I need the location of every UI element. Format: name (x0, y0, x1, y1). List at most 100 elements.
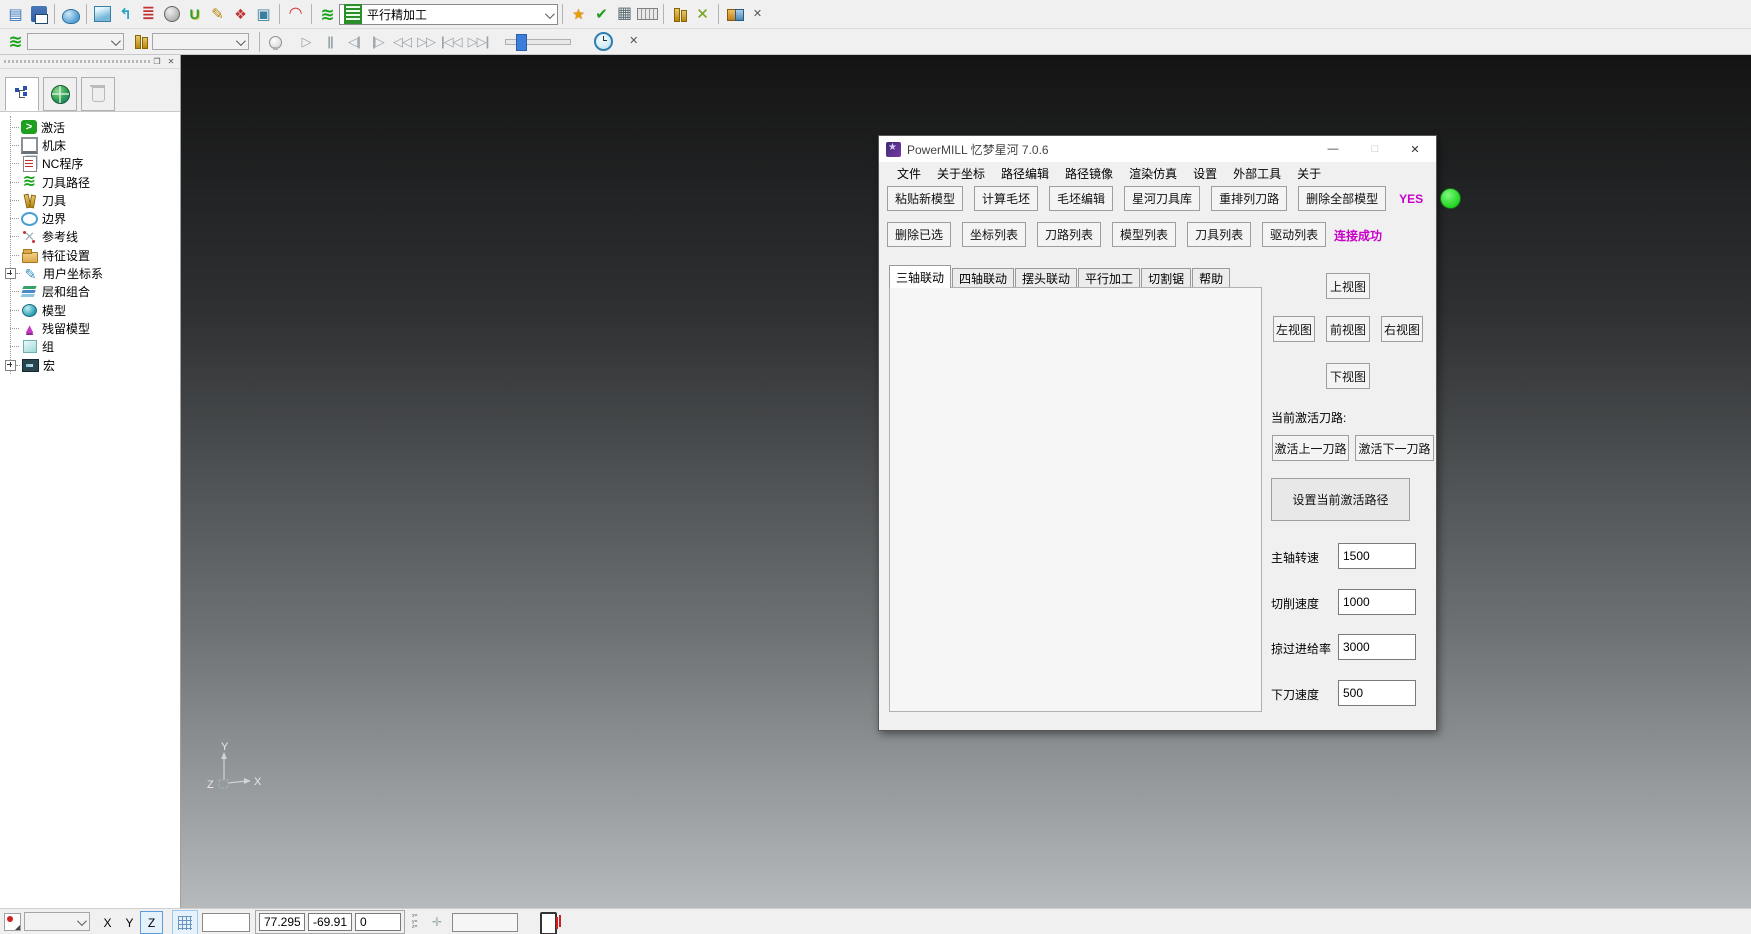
dialog-title-bar[interactable]: PowerMILL 忆梦星河 7.0.6 — □ ✕ (879, 136, 1436, 162)
menu-render-sim[interactable]: 渲染仿真 (1121, 163, 1185, 184)
tool-check-icon[interactable] (591, 4, 612, 25)
go-end-icon[interactable]: ▷▷| (466, 31, 491, 52)
tree-item-tools[interactable]: 刀具 (0, 191, 180, 209)
probe-icon[interactable] (432, 915, 446, 929)
tab-cutting-saw[interactable]: 切割锯 (1141, 268, 1191, 288)
tree-item-activate[interactable]: 激活 (0, 118, 180, 136)
u-channel-icon[interactable] (184, 4, 205, 25)
tree-item-nc-program[interactable]: NC程序 (0, 155, 180, 173)
delete-selected-button[interactable]: 删除已选 (887, 222, 951, 247)
panel-close-icon[interactable]: ✕ (165, 56, 177, 67)
view-left-button[interactable]: 左视图 (1273, 316, 1315, 342)
drive-list-button[interactable]: 驱动列表 (1262, 222, 1326, 247)
coord-list-button[interactable]: 坐标列表 (962, 222, 1026, 247)
go-start-icon[interactable]: |◁◁ (439, 31, 464, 52)
device-rotate-icon[interactable] (540, 912, 557, 934)
expand-plus-icon[interactable] (5, 360, 16, 371)
step-forward-icon[interactable]: |▷ (367, 31, 389, 52)
ruler-icon[interactable] (637, 4, 658, 25)
plunge-speed-input[interactable] (1338, 680, 1416, 706)
tab-3axis[interactable]: 三轴联动 (889, 265, 951, 288)
spindle-speed-input[interactable] (1338, 543, 1416, 569)
maximize-icon[interactable]: □ (1356, 136, 1394, 162)
statusbar-empty-field-2[interactable] (452, 913, 518, 932)
arc-tool-icon[interactable] (285, 4, 306, 25)
pattern-diamonds-icon[interactable] (230, 4, 251, 25)
render-teapot-icon[interactable] (60, 4, 81, 25)
panel-grip-handle[interactable] (4, 60, 150, 63)
tree-item-models[interactable]: 模型 (0, 301, 180, 319)
tree-item-groups[interactable]: 组 (0, 338, 180, 356)
model-list-button[interactable]: 模型列表 (1112, 222, 1176, 247)
calc-stock-button[interactable]: 计算毛坯 (974, 186, 1038, 211)
tab-swivel-head[interactable]: 摆头联动 (1015, 268, 1077, 288)
close-toolbar-icon[interactable] (623, 31, 644, 52)
block-icon[interactable] (92, 4, 113, 25)
paste-new-model-button[interactable]: 粘贴新模型 (887, 186, 963, 211)
compare-blocks-icon[interactable] (724, 4, 745, 25)
clock-icon[interactable] (593, 31, 614, 52)
tree-item-workplanes[interactable]: 用户坐标系 (0, 264, 180, 282)
transform-arrows-icon[interactable] (692, 4, 713, 25)
fast-forward-icon[interactable]: ▷▷ (415, 31, 437, 52)
toolpath-spring-icon[interactable] (5, 31, 26, 52)
close-toolbar-icon[interactable] (747, 4, 768, 25)
tab-world[interactable] (43, 77, 77, 111)
expand-plus-icon[interactable] (5, 268, 16, 279)
cutting-speed-input[interactable] (1338, 589, 1416, 615)
menu-file[interactable]: 文件 (889, 163, 929, 184)
menu-external-tools[interactable]: 外部工具 (1225, 163, 1289, 184)
toolpath-list-button[interactable]: 刀路列表 (1037, 222, 1101, 247)
feature-block-icon[interactable] (253, 4, 274, 25)
cursor-z-field[interactable] (355, 913, 401, 931)
tab-parallel[interactable]: 平行加工 (1078, 268, 1140, 288)
lightbulb-icon[interactable] (265, 31, 286, 52)
strategy-combobox[interactable]: 平行精加工 (339, 4, 558, 25)
tree-item-machine[interactable]: 机床 (0, 136, 180, 154)
tool-pair-icon[interactable] (130, 31, 151, 52)
tree-item-boundary[interactable]: 边界 (0, 209, 180, 227)
delete-all-models-button[interactable]: 删除全部模型 (1298, 186, 1386, 211)
toolpath-spring-icon[interactable] (317, 4, 338, 25)
calculator-icon[interactable] (614, 4, 635, 25)
save-icon[interactable] (28, 4, 49, 25)
sim-tool-combobox[interactable] (152, 33, 249, 50)
skim-feed-input[interactable] (1338, 634, 1416, 660)
menu-path-mirror[interactable]: 路径镜像 (1057, 163, 1121, 184)
axis-y-button[interactable]: Y (118, 911, 141, 934)
tab-4axis[interactable]: 四轴联动 (952, 268, 1014, 288)
close-icon[interactable]: ✕ (1396, 136, 1434, 162)
statusbar-empty-field[interactable] (202, 913, 250, 932)
rewind-icon[interactable]: ◁◁ (391, 31, 413, 52)
statusbar-combobox[interactable] (24, 912, 90, 931)
cursor-x-field[interactable] (259, 913, 305, 931)
grid-toggle-button[interactable] (172, 910, 198, 934)
nc-program-icon[interactable] (138, 4, 159, 25)
tree-item-feature-set[interactable]: 特征设置 (0, 246, 180, 264)
ballnose-tool-icon[interactable] (161, 4, 182, 25)
axis-x-button[interactable]: X (96, 911, 119, 934)
stock-edit-button[interactable]: 毛坯编辑 (1049, 186, 1113, 211)
menu-about[interactable]: 关于 (1289, 163, 1329, 184)
tab-help[interactable]: 帮助 (1192, 268, 1230, 288)
tab-explorer-tree[interactable] (5, 77, 39, 111)
tree-item-stock-models[interactable]: 残留模型 (0, 319, 180, 337)
simulation-speed-slider[interactable] (505, 39, 571, 45)
play-icon[interactable]: ▷ (295, 31, 317, 52)
menu-about-coords[interactable]: 关于坐标 (929, 163, 993, 184)
tool-list-button[interactable]: 刀具列表 (1187, 222, 1251, 247)
rearrange-toolpaths-button[interactable]: 重排列刀路 (1211, 186, 1287, 211)
view-front-button[interactable]: 前视图 (1326, 316, 1370, 342)
record-indicator-icon[interactable] (4, 913, 21, 931)
slider-handle[interactable] (516, 34, 527, 51)
step-back-icon[interactable]: ◁| (343, 31, 365, 52)
tool-pair-icon[interactable] (669, 4, 690, 25)
tree-item-toolpaths[interactable]: 刀具路径 (0, 173, 180, 191)
view-top-button[interactable]: 上视图 (1326, 273, 1370, 299)
pencil-edit-icon[interactable] (207, 4, 228, 25)
activate-prev-toolpath-button[interactable]: 激活上一刀路 (1272, 435, 1349, 461)
view-right-button[interactable]: 右视图 (1381, 316, 1423, 342)
tree-item-levels[interactable]: 层和组合 (0, 283, 180, 301)
pause-icon[interactable]: || (319, 31, 341, 52)
view-bottom-button[interactable]: 下视图 (1326, 363, 1370, 389)
